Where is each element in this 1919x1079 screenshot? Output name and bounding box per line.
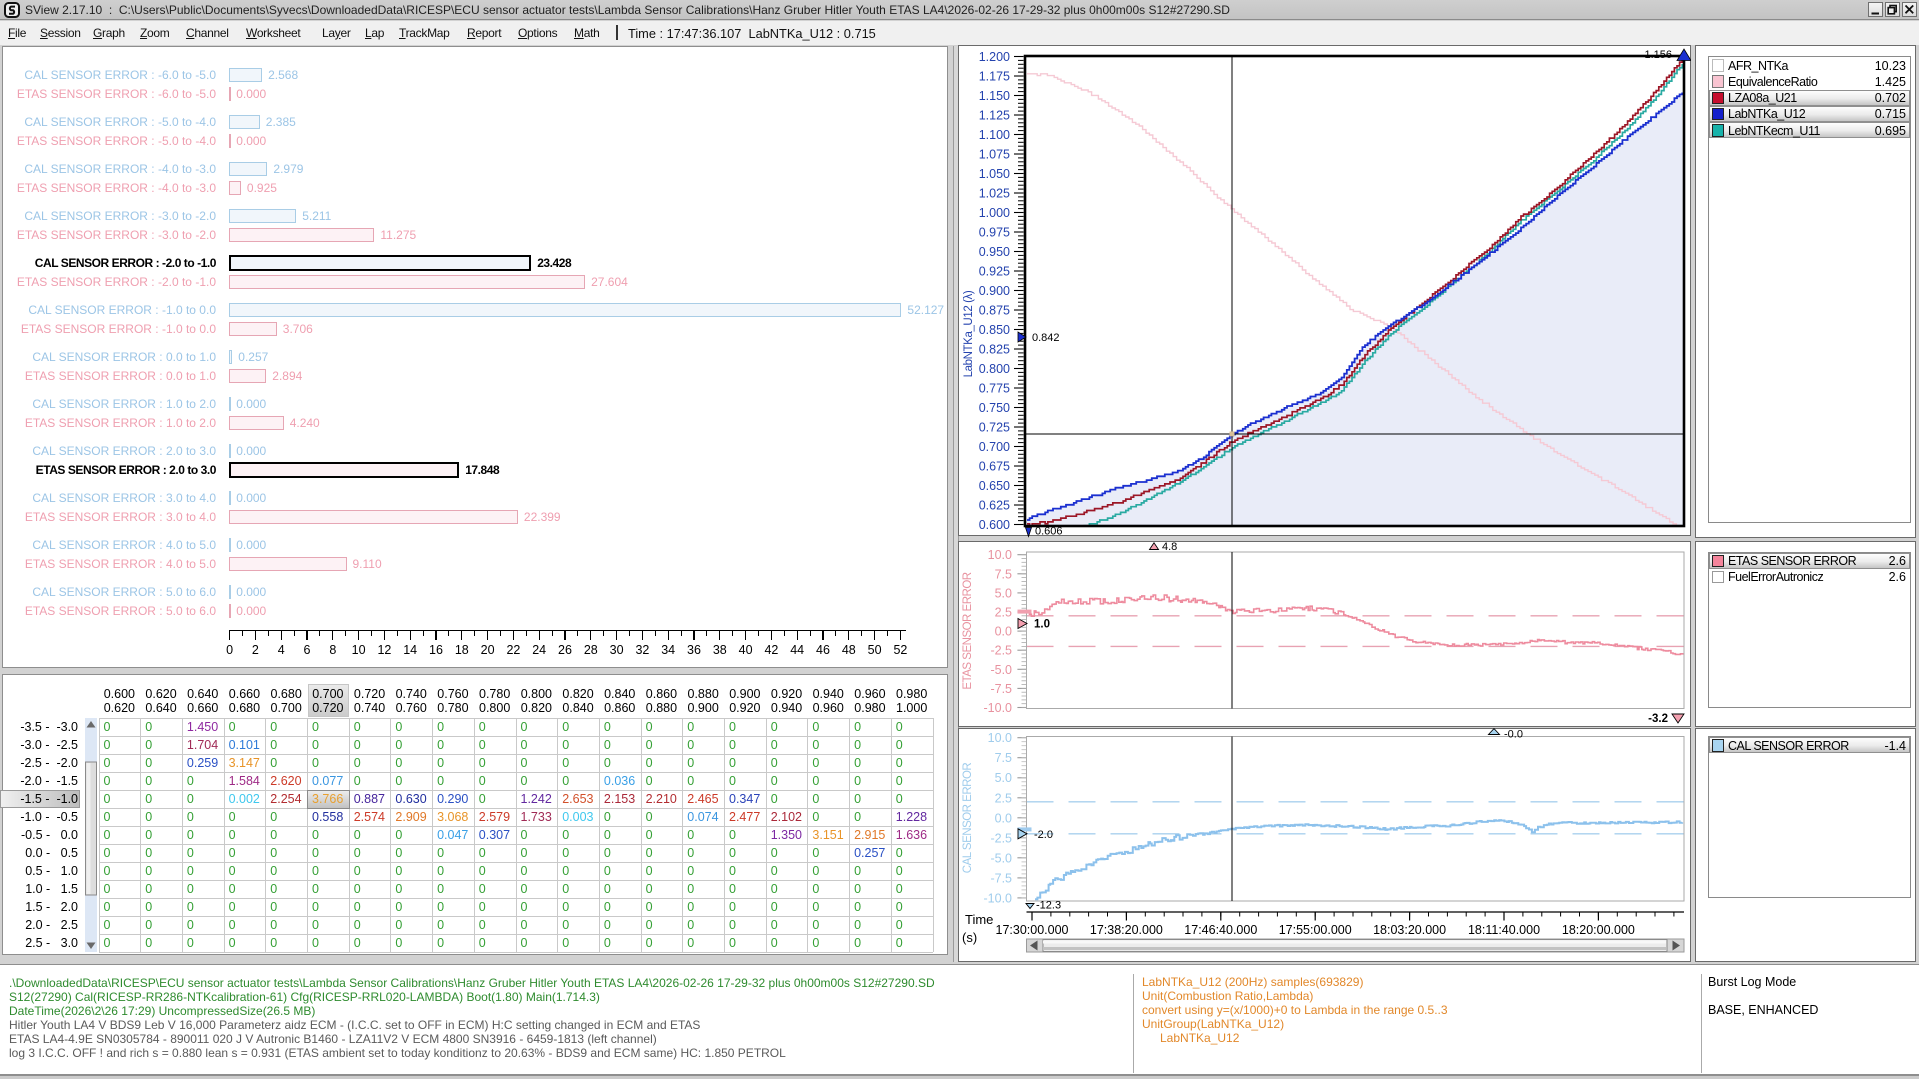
svg-text:1.156: 1.156 bbox=[1644, 49, 1672, 61]
svg-text:0.950: 0.950 bbox=[979, 245, 1010, 259]
svg-text:-5.0: -5.0 bbox=[990, 663, 1012, 677]
svg-text:7.5: 7.5 bbox=[995, 751, 1012, 765]
svg-text:1.050: 1.050 bbox=[979, 167, 1010, 181]
svg-text:5.0: 5.0 bbox=[995, 586, 1012, 600]
svg-text:-10.0: -10.0 bbox=[984, 891, 1013, 905]
svg-text:0.975: 0.975 bbox=[979, 226, 1010, 240]
svg-text:18:20:00.000: 18:20:00.000 bbox=[1562, 923, 1635, 937]
svg-text:CAL SENSOR ERROR: CAL SENSOR ERROR bbox=[962, 763, 974, 874]
svg-text:10.0: 10.0 bbox=[988, 548, 1012, 562]
svg-text:0.825: 0.825 bbox=[979, 343, 1010, 357]
svg-text:0.800: 0.800 bbox=[979, 362, 1010, 376]
svg-text:17:55:00.000: 17:55:00.000 bbox=[1279, 923, 1352, 937]
svg-text:1.000: 1.000 bbox=[979, 206, 1010, 220]
svg-text:0.0: 0.0 bbox=[995, 625, 1012, 639]
svg-text:0.606: 0.606 bbox=[1035, 526, 1063, 538]
svg-text:2.5: 2.5 bbox=[995, 791, 1012, 805]
svg-text:0.675: 0.675 bbox=[979, 460, 1010, 474]
svg-text:0.0: 0.0 bbox=[995, 811, 1012, 825]
svg-text:-2.5: -2.5 bbox=[990, 831, 1012, 845]
svg-text:0.650: 0.650 bbox=[979, 479, 1010, 493]
svg-text:0.725: 0.725 bbox=[979, 421, 1010, 435]
svg-text:Time: Time bbox=[965, 912, 993, 927]
svg-text:4.8: 4.8 bbox=[1162, 541, 1177, 553]
svg-text:1.125: 1.125 bbox=[979, 109, 1010, 123]
svg-text:-2.5: -2.5 bbox=[990, 644, 1012, 658]
svg-text:0.750: 0.750 bbox=[979, 401, 1010, 415]
svg-text:0.875: 0.875 bbox=[979, 304, 1010, 318]
svg-text:-7.5: -7.5 bbox=[990, 871, 1012, 885]
svg-text:0.600: 0.600 bbox=[979, 518, 1010, 532]
svg-text:-0.0: -0.0 bbox=[1504, 729, 1523, 741]
svg-text:0.842: 0.842 bbox=[1032, 332, 1060, 344]
svg-text:0.900: 0.900 bbox=[979, 284, 1010, 298]
svg-text:18:03:20.000: 18:03:20.000 bbox=[1373, 923, 1446, 937]
svg-text:0.925: 0.925 bbox=[979, 265, 1010, 279]
svg-text:-2.0: -2.0 bbox=[1034, 829, 1053, 841]
svg-text:1.075: 1.075 bbox=[979, 148, 1010, 162]
svg-text:-10.0: -10.0 bbox=[984, 701, 1013, 715]
svg-text:0.850: 0.850 bbox=[979, 323, 1010, 337]
svg-text:1.200: 1.200 bbox=[979, 50, 1010, 64]
svg-text:-12.3: -12.3 bbox=[1036, 900, 1061, 912]
svg-text:1.100: 1.100 bbox=[979, 128, 1010, 142]
svg-text:1.025: 1.025 bbox=[979, 187, 1010, 201]
svg-text:0.775: 0.775 bbox=[979, 382, 1010, 396]
svg-text:LabNTKa_U12 (λ): LabNTKa_U12 (λ) bbox=[963, 290, 975, 377]
svg-text:10.0: 10.0 bbox=[988, 731, 1012, 745]
svg-text:-3.2: -3.2 bbox=[1648, 713, 1668, 725]
svg-text:5.0: 5.0 bbox=[995, 771, 1012, 785]
svg-text:(s): (s) bbox=[962, 930, 977, 945]
svg-text:1.175: 1.175 bbox=[979, 70, 1010, 84]
svg-text:1.0: 1.0 bbox=[1034, 619, 1050, 631]
svg-text:7.5: 7.5 bbox=[995, 567, 1012, 581]
svg-text:ETAS SENSOR ERROR: ETAS SENSOR ERROR bbox=[962, 572, 974, 689]
svg-text:-7.5: -7.5 bbox=[990, 682, 1012, 696]
svg-text:1.150: 1.150 bbox=[979, 89, 1010, 103]
svg-text:2.5: 2.5 bbox=[995, 606, 1012, 620]
svg-text:0.700: 0.700 bbox=[979, 440, 1010, 454]
svg-text:-5.0: -5.0 bbox=[990, 851, 1012, 865]
svg-text:0.625: 0.625 bbox=[979, 499, 1010, 513]
svg-text:17:30:00.000: 17:30:00.000 bbox=[996, 923, 1069, 937]
svg-text:18:11:40.000: 18:11:40.000 bbox=[1468, 923, 1540, 937]
svg-text:17:38:20.000: 17:38:20.000 bbox=[1090, 923, 1163, 937]
svg-text:17:46:40.000: 17:46:40.000 bbox=[1184, 923, 1257, 937]
